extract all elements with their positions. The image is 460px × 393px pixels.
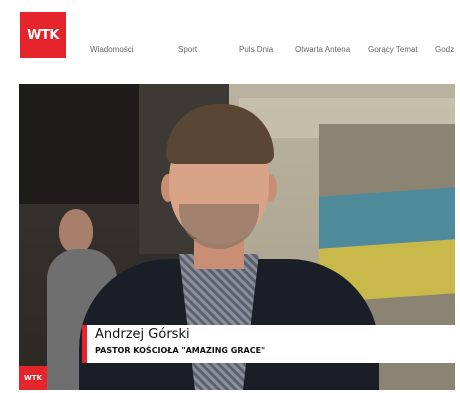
logo-text: WTK <box>27 27 59 43</box>
interviewee-beard <box>179 204 259 249</box>
nav-item-sport[interactable]: Sport <box>178 45 197 54</box>
channel-watermark: WTK <box>19 366 47 390</box>
nav-item-otwarta-antena[interactable]: Otwarta Antena <box>295 45 350 54</box>
interviewee-hair <box>166 104 274 164</box>
caption-name: Andrzej Górski <box>95 327 190 342</box>
video-frame[interactable]: Andrzej Górski PASTOR KOŚCIOŁA "AMAZING … <box>19 84 455 390</box>
nav-item-godz[interactable]: Godz <box>435 45 454 54</box>
main-nav: Wiadomości Sport Puls Dnia Otwarta Anten… <box>90 45 460 61</box>
watermark-text: WTK <box>24 374 42 382</box>
caption-role: PASTOR KOŚCIOŁA "AMAZING GRACE" <box>95 346 266 355</box>
nav-item-wiadomosci[interactable]: Wiadomości <box>90 45 134 54</box>
page: WTK Wiadomości Sport Puls Dnia Otwarta A… <box>0 0 460 393</box>
nav-item-puls-dnia[interactable]: Puls Dnia <box>239 45 273 54</box>
site-logo[interactable]: WTK <box>20 12 66 58</box>
nav-item-goracy-temat[interactable]: Gorący Temat <box>368 45 418 54</box>
